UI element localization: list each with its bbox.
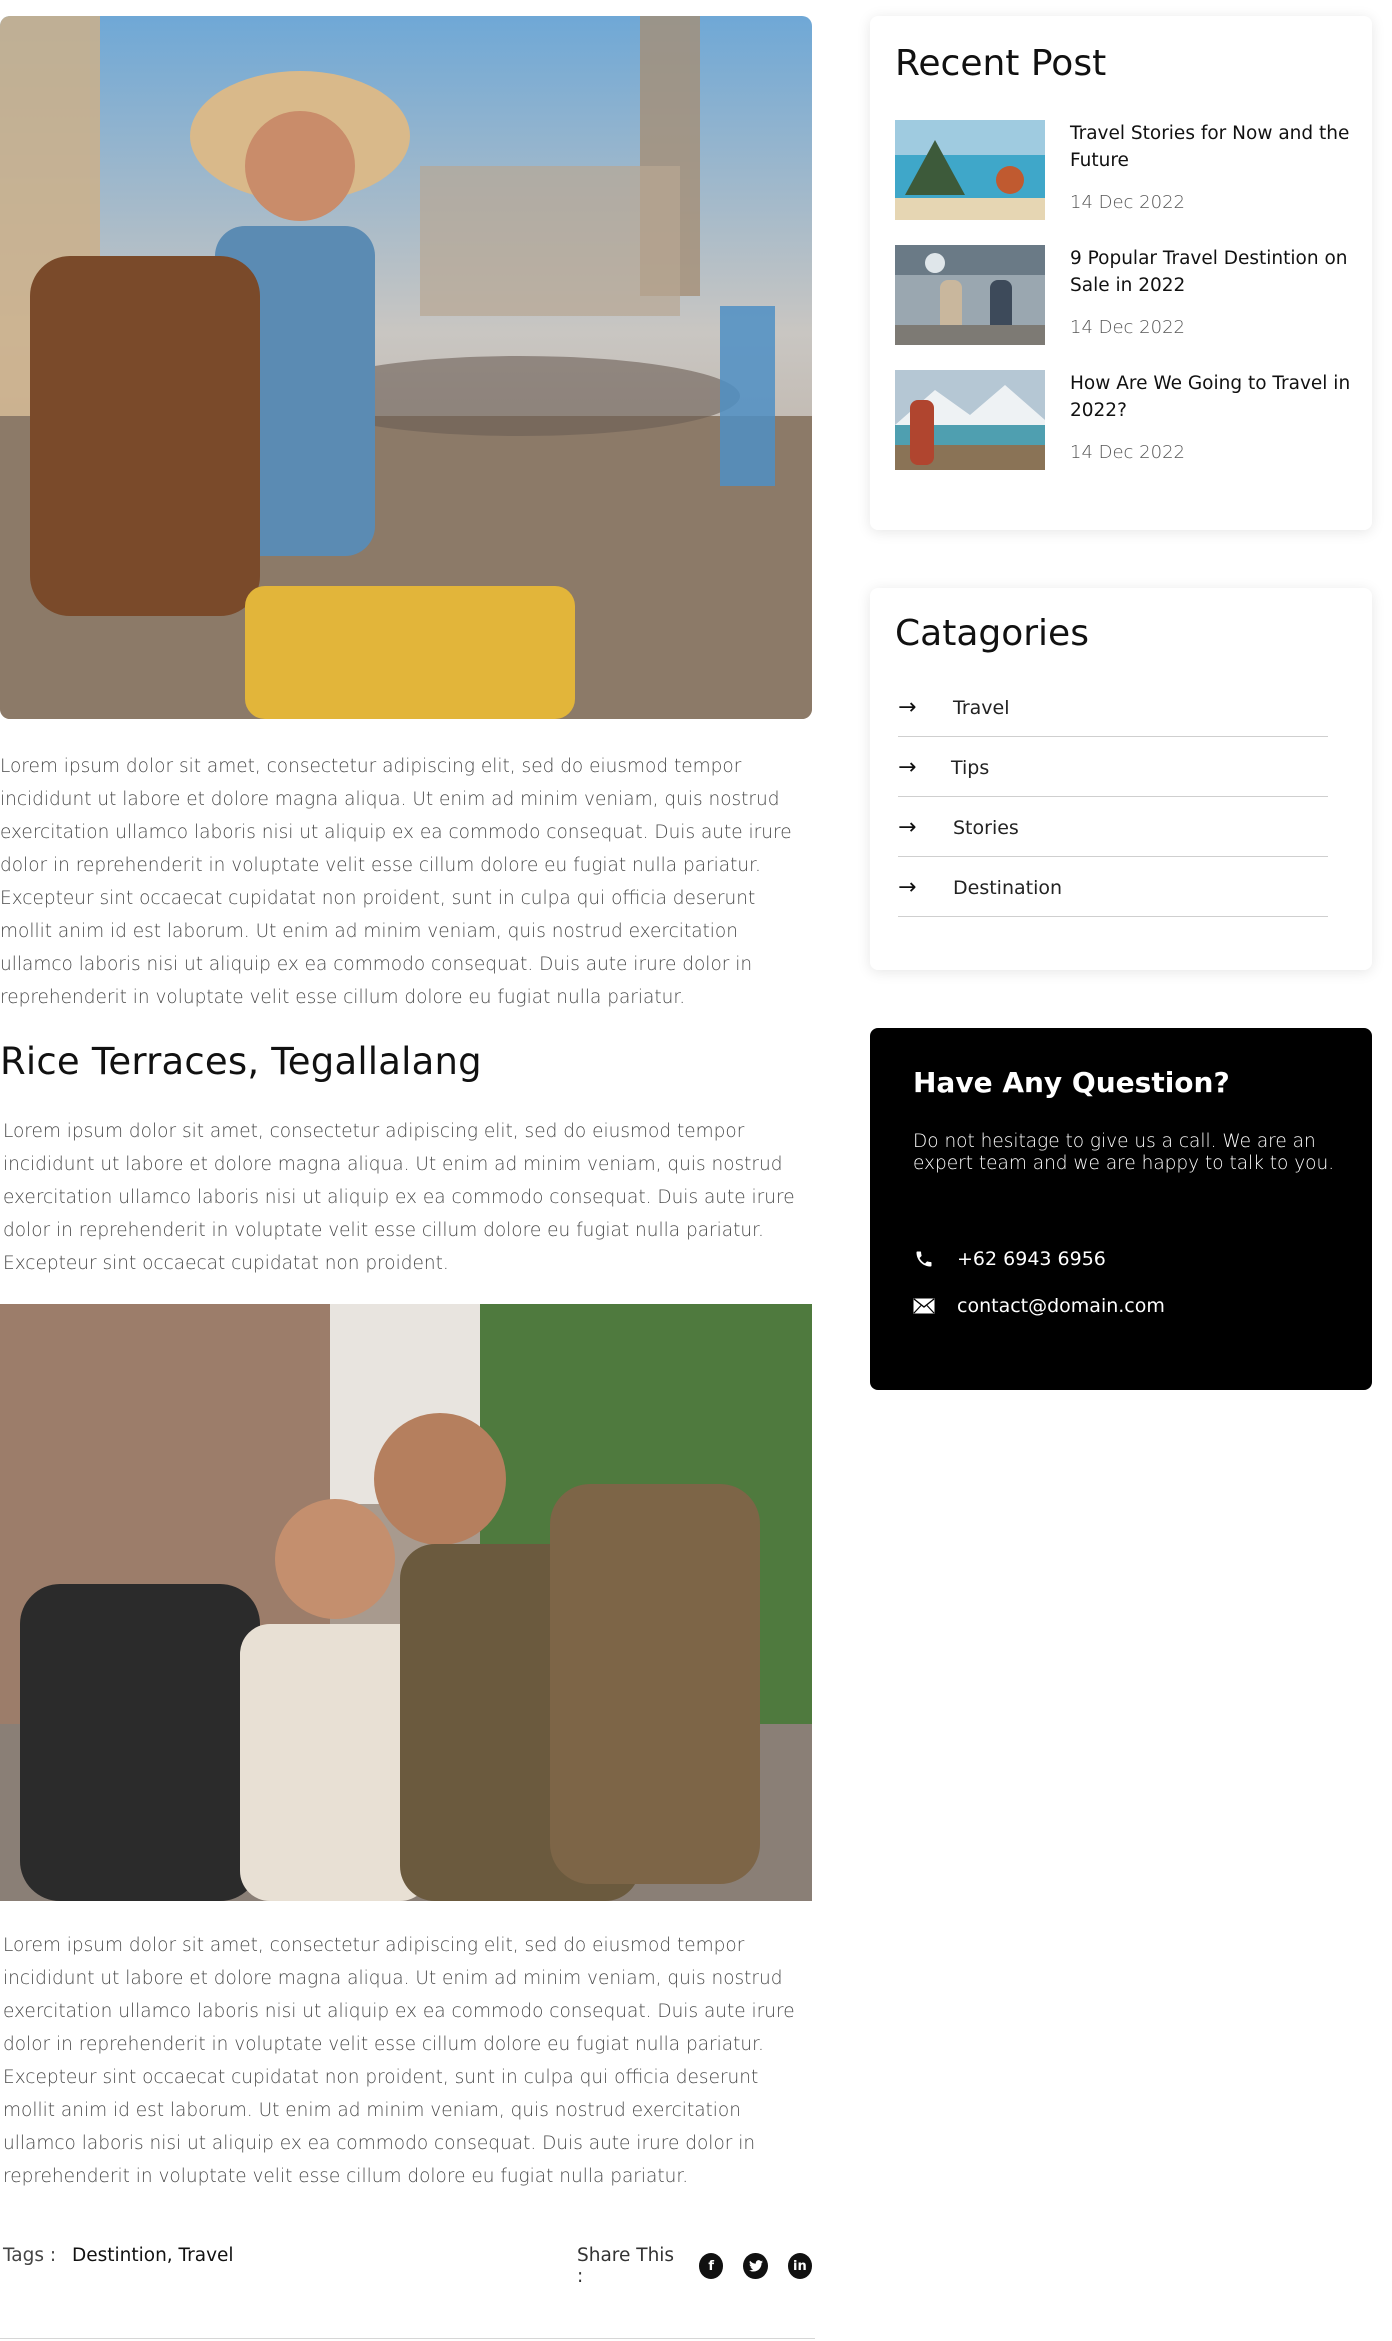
recent-post-item[interactable]: How Are We Going to Travel in 2022? 14 D… bbox=[895, 370, 1355, 470]
category-item-destination[interactable]: → Destination bbox=[898, 857, 1328, 917]
phone-number[interactable]: +62 6943 6956 bbox=[957, 1248, 1106, 1270]
category-item-travel[interactable]: → Travel bbox=[898, 677, 1328, 737]
recent-post-card: Recent Post Travel Stories for Now and t… bbox=[870, 16, 1372, 530]
article-paragraph: Lorem ipsum dolor sit amet, consectetur … bbox=[3, 1935, 795, 2187]
post-title[interactable]: How Are We Going to Travel in 2022? bbox=[1070, 370, 1355, 424]
post-date: 14 Dec 2022 bbox=[1070, 317, 1185, 338]
tag-links[interactable]: Destintion, Travel bbox=[72, 2245, 234, 2266]
facebook-icon[interactable]: f bbox=[699, 2253, 724, 2279]
post-thumbnail[interactable] bbox=[895, 120, 1045, 220]
post-date: 14 Dec 2022 bbox=[1070, 192, 1185, 213]
question-title: Have Any Question? bbox=[913, 1066, 1230, 1099]
arrow-right-icon: → bbox=[898, 815, 917, 840]
envelope-icon bbox=[913, 1298, 935, 1314]
category-label[interactable]: Destination bbox=[953, 877, 1062, 899]
linkedin-icon[interactable]: in bbox=[787, 2253, 813, 2279]
recent-post-title: Recent Post bbox=[895, 43, 1107, 84]
hero-image bbox=[0, 16, 812, 719]
arrow-right-icon: → bbox=[898, 755, 917, 780]
divider bbox=[0, 2338, 815, 2339]
section-heading: Rice Terraces, Tegallalang bbox=[0, 1040, 482, 1083]
category-label[interactable]: Tips bbox=[951, 757, 989, 779]
arrow-right-icon: → bbox=[898, 695, 917, 720]
category-item-stories[interactable]: → Stories bbox=[898, 797, 1328, 857]
phone-icon bbox=[913, 1249, 935, 1269]
phone-row[interactable]: +62 6943 6956 bbox=[913, 1248, 1106, 1270]
twitter-icon[interactable] bbox=[743, 2253, 768, 2279]
share-label: Share This : bbox=[577, 2245, 675, 2287]
recent-post-item[interactable]: 9 Popular Travel Destintion on Sale in 2… bbox=[895, 245, 1355, 345]
category-label[interactable]: Travel bbox=[953, 697, 1009, 719]
email-row[interactable]: contact@domain.com bbox=[913, 1295, 1165, 1317]
post-thumbnail[interactable] bbox=[895, 370, 1045, 470]
recent-post-item[interactable]: Travel Stories for Now and the Future 14… bbox=[895, 120, 1355, 220]
tags-label: Tags : bbox=[3, 2245, 57, 2266]
article-paragraph: Lorem ipsum dolor sit amet, consectetur … bbox=[0, 756, 792, 1008]
tags-row: Tags : Destintion, Travel bbox=[3, 2245, 234, 2266]
category-label[interactable]: Stories bbox=[953, 817, 1019, 839]
contact-card: Have Any Question? Do not hesitage to gi… bbox=[870, 1028, 1372, 1390]
arrow-right-icon: → bbox=[898, 875, 917, 900]
share-row: Share This : f in bbox=[577, 2245, 813, 2287]
post-date: 14 Dec 2022 bbox=[1070, 442, 1185, 463]
categories-title: Catagories bbox=[895, 613, 1089, 654]
question-body: Do not hesitage to give us a call. We ar… bbox=[913, 1131, 1335, 1174]
post-title[interactable]: Travel Stories for Now and the Future bbox=[1070, 120, 1355, 174]
email-address[interactable]: contact@domain.com bbox=[957, 1295, 1165, 1317]
article-paragraph: Lorem ipsum dolor sit amet, consectetur … bbox=[3, 1121, 795, 1274]
categories-card: Catagories → Travel → Tips → Stories → D… bbox=[870, 588, 1372, 970]
couple-travelers-image bbox=[0, 1304, 812, 1901]
post-title[interactable]: 9 Popular Travel Destintion on Sale in 2… bbox=[1070, 245, 1355, 299]
category-item-tips[interactable]: → Tips bbox=[898, 737, 1328, 797]
post-thumbnail[interactable] bbox=[895, 245, 1045, 345]
